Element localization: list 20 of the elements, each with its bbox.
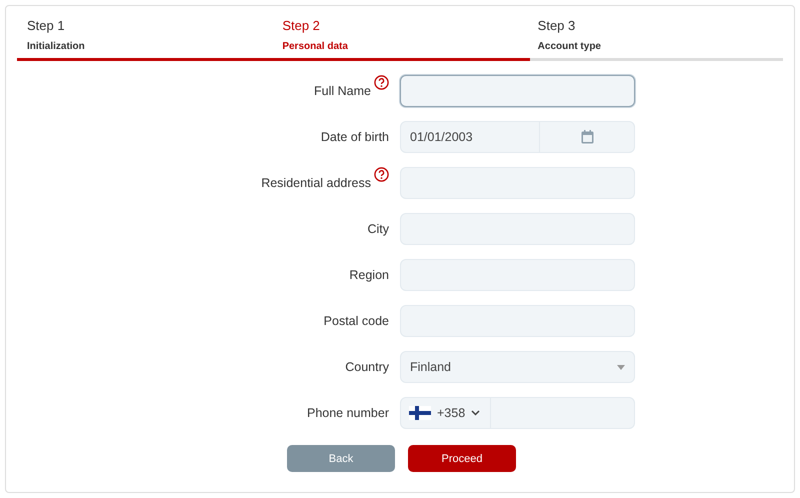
field-label: Date of birth xyxy=(320,130,389,144)
calendar-icon[interactable] xyxy=(580,130,594,144)
dropdown-icon xyxy=(617,364,625,370)
step-tab[interactable]: Step 3 Account type xyxy=(528,18,783,58)
step-tab[interactable]: Step 2 Personal data xyxy=(272,18,528,58)
field-label: Country xyxy=(345,360,389,374)
help-icon[interactable] xyxy=(374,166,389,182)
field-label: Region xyxy=(349,268,389,282)
field-label: Postal code xyxy=(324,314,389,328)
country-select[interactable]: Finland xyxy=(400,351,635,383)
proceed-button[interactable]: Proceed xyxy=(408,445,516,472)
field-label: City xyxy=(367,222,389,236)
text-field[interactable] xyxy=(400,75,635,107)
date-field[interactable]: 01/01/2003 xyxy=(400,121,635,153)
step-tab[interactable]: Step 1 Initialization xyxy=(17,18,272,58)
field-label: Residential address xyxy=(261,176,371,190)
field-label: Phone number xyxy=(306,406,389,420)
help-icon[interactable] xyxy=(374,74,389,90)
field-label: Full Name xyxy=(314,84,371,98)
date-value: 01/01/2003 xyxy=(409,130,474,144)
